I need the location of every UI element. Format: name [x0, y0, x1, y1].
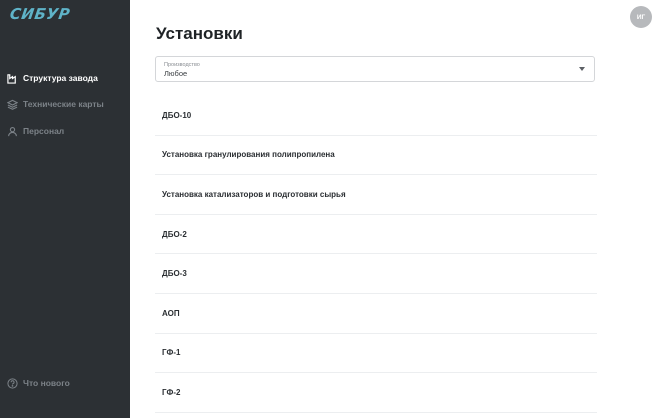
sidebar-item-label: Технические карты: [23, 99, 104, 109]
list-item[interactable]: ГФ-1: [155, 334, 597, 374]
list-item[interactable]: ДБО-2: [155, 215, 597, 255]
installations-list: ДБО-10 Установка гранулирования полипроп…: [155, 96, 597, 413]
avatar[interactable]: ИГ: [630, 6, 652, 28]
chevron-down-icon: [579, 67, 585, 71]
sidebar-item-label: Что нового: [23, 378, 70, 388]
list-item[interactable]: Установка гранулирования полипропилена: [155, 136, 597, 176]
sidebar-item-tech-cards[interactable]: Технические карты: [7, 97, 104, 111]
list-item[interactable]: АОП: [155, 294, 597, 334]
sidebar-item-label: Структура завода: [23, 73, 98, 83]
sidebar-item-whats-new[interactable]: Что нового: [7, 376, 70, 390]
page-title: Установки: [156, 24, 243, 43]
sidebar-item-personnel[interactable]: Персонал: [7, 124, 64, 138]
sidebar-item-plant-structure[interactable]: Структура завода: [7, 71, 98, 85]
app-root: СИБУР Структура завода Технические карты: [0, 0, 664, 418]
person-icon: [7, 126, 18, 137]
production-select[interactable]: Производство Любое: [155, 56, 595, 82]
sidebar-item-label: Персонал: [23, 126, 65, 136]
list-item[interactable]: Установка катализаторов и подготовки сыр…: [155, 175, 597, 215]
list-item[interactable]: ДБО-3: [155, 254, 597, 294]
layers-icon: [7, 99, 18, 110]
help-circle-icon: [7, 377, 18, 389]
list-item[interactable]: ГФ-2: [155, 373, 597, 413]
list-item[interactable]: ДБО-10: [155, 96, 597, 136]
factory-icon: [7, 73, 18, 84]
sidebar: СИБУР Структура завода Технические карты: [0, 0, 130, 418]
select-value: Любое: [164, 69, 188, 78]
select-label: Производство: [164, 62, 200, 68]
logo[interactable]: СИБУР: [9, 5, 72, 23]
